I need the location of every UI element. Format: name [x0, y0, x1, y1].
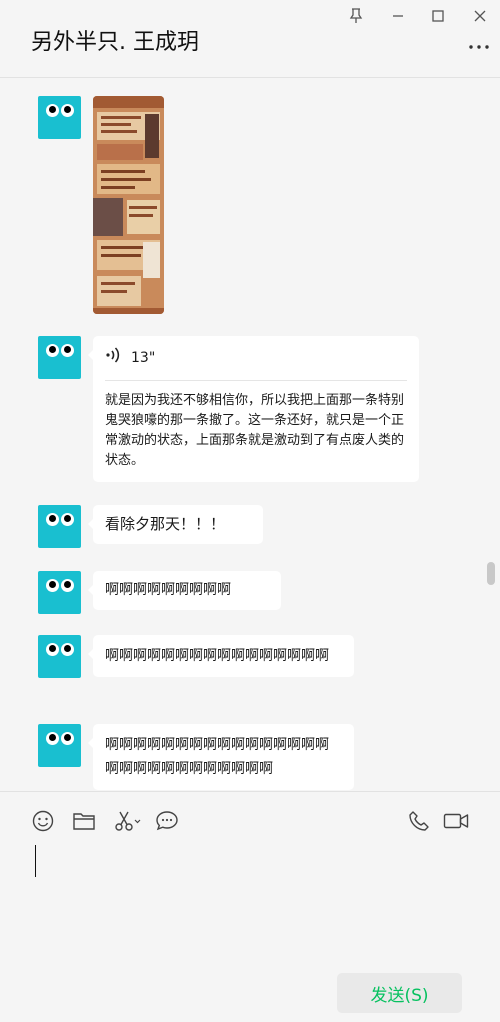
avatar[interactable] [38, 724, 81, 767]
avatar[interactable] [38, 96, 81, 139]
send-button[interactable]: 发送(S) [337, 973, 462, 1013]
composer: 发送(S) [0, 791, 500, 1022]
image-thumbnail[interactable] [93, 96, 164, 314]
voice-wave-icon [105, 346, 121, 371]
message-list[interactable]: 13" 就是因为我还不够相信你，所以我把上面那一条特别鬼哭狼嚎的那一条撤了。这一… [0, 79, 500, 791]
folder-icon[interactable] [71, 808, 97, 834]
maximize-icon[interactable] [427, 6, 449, 26]
scrollbar-thumb[interactable] [487, 562, 495, 585]
more-icon[interactable] [468, 40, 490, 54]
minimize-icon[interactable] [387, 6, 409, 26]
voice-bubble[interactable]: 13" 就是因为我还不够相信你，所以我把上面那一条特别鬼哭狼嚎的那一条撤了。这一… [88, 336, 419, 482]
text-bubble[interactable]: 啊啊啊啊啊啊啊啊啊啊啊啊啊啊啊啊啊啊啊啊啊啊啊啊啊啊啊啊 [88, 724, 354, 790]
chat-title: 另外半只. 王成玥 [31, 30, 199, 55]
text-bubble[interactable]: 看除夕那天！！！ [88, 505, 263, 544]
text-bubble[interactable]: 啊啊啊啊啊啊啊啊啊啊啊啊啊啊啊啊 [88, 635, 354, 677]
message-input[interactable] [20, 840, 485, 960]
emoji-icon[interactable] [30, 808, 56, 834]
avatar[interactable] [38, 336, 81, 379]
voice-duration: 13" [131, 349, 156, 366]
phone-icon[interactable] [406, 808, 432, 834]
voice-transcript: 就是因为我还不够相信你，所以我把上面那一条特别鬼哭狼嚎的那一条撤了。这一条还好，… [105, 393, 405, 468]
close-icon[interactable] [469, 6, 491, 26]
avatar[interactable] [38, 635, 81, 678]
video-icon[interactable] [441, 808, 471, 834]
divider [105, 380, 407, 381]
avatar[interactable] [38, 571, 81, 614]
scissors-icon[interactable] [112, 808, 142, 834]
text-bubble[interactable]: 啊啊啊啊啊啊啊啊啊 [88, 571, 281, 610]
voice-header[interactable]: 13" [105, 344, 407, 372]
avatar[interactable] [38, 505, 81, 548]
chat-bubble-icon[interactable] [154, 808, 180, 834]
title-bar: 另外半只. 王成玥 [0, 0, 500, 78]
pin-icon[interactable] [345, 6, 367, 26]
